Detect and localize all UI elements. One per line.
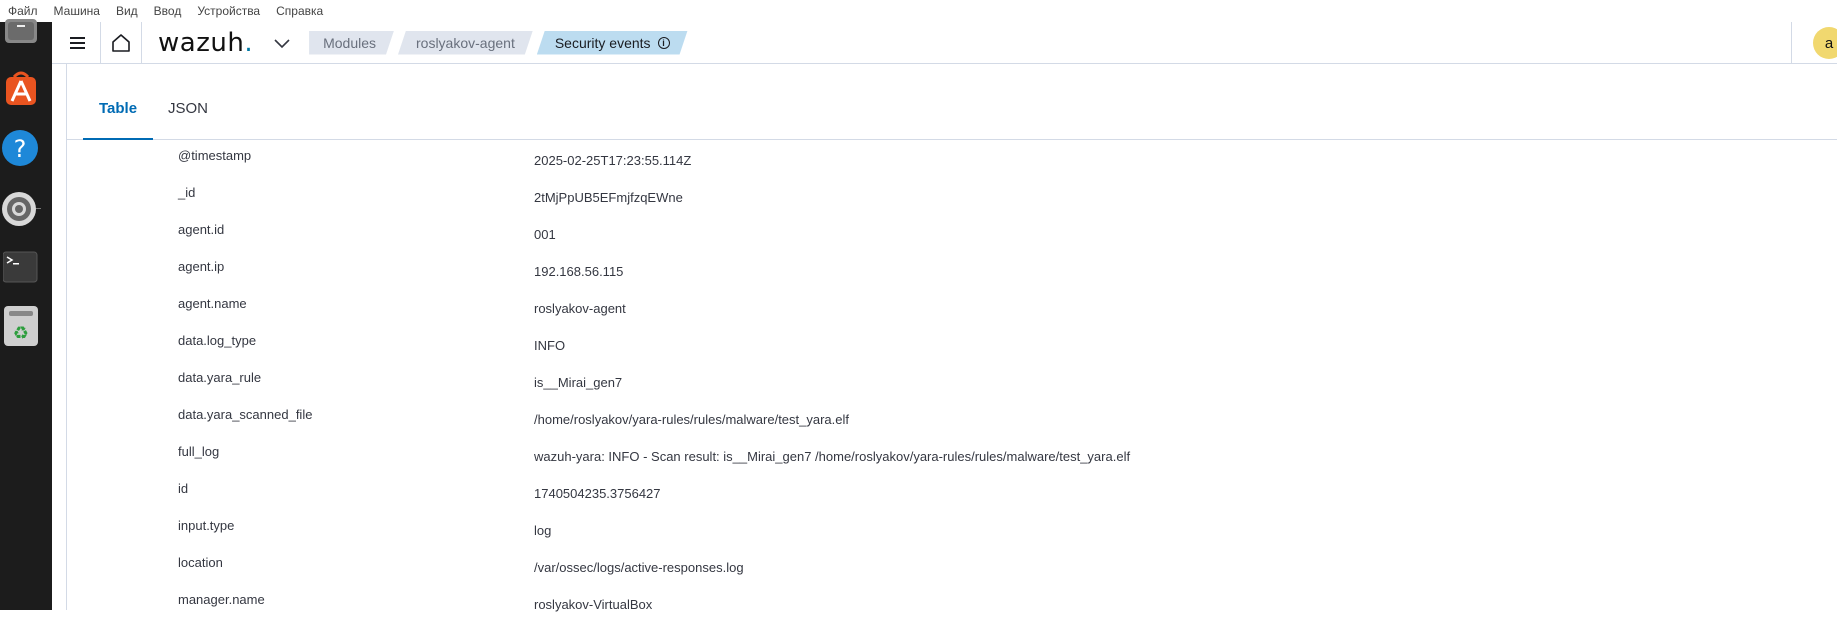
tab-table-label: Table [99,100,138,117]
field-name: @timestamp [178,148,252,163]
table-row: location /var/ossec/logs/active-response… [67,547,1837,584]
help-icon[interactable]: ? [0,127,42,169]
field-value: log [534,523,552,538]
chevron-down-icon [274,38,290,48]
wazuh-logo[interactable]: wazuh. [158,28,253,58]
tab-bar: Table JSON [67,64,1837,140]
field-value: roslyakov-agent [534,301,626,316]
field-value: 2tMjPpUB5EFmjfzqEWne [534,190,683,205]
field-value: 1740504235.3756427 [534,486,661,501]
field-name: data.yara_scanned_file [178,407,313,422]
field-name: agent.ip [178,259,225,274]
svg-text:?: ? [14,135,27,163]
table-row: data.yara_rule is__Mirai_gen7 [67,362,1837,399]
app-switcher-button[interactable] [271,32,293,54]
home-button[interactable] [100,21,142,64]
tab-table[interactable]: Table [83,100,154,140]
breadcrumb-security-events-label: Security events [554,34,651,51]
table-row: agent.name roslyakov-agent [67,288,1837,325]
table-row: agent.id 001 [67,214,1837,251]
breadcrumb-modules[interactable]: Modules [309,31,394,55]
logo-dot: . [244,27,254,58]
table-row: data.yara_scanned_file /home/roslyakov/y… [67,399,1837,436]
home-icon [112,33,130,52]
wazuh-app: wazuh. Modules roslyakov-agent Security … [52,21,1837,612]
table-row: full_log wazuh-yara: INFO - Scan result:… [67,436,1837,473]
field-name: _id [178,185,196,200]
table-row: @timestamp 2025-02-25T17:23:55.114Z [67,140,1837,177]
field-name: input.type [178,518,235,533]
field-name: id [178,481,189,496]
logo-text: wazuh [158,27,245,58]
ubuntu-dock: ? ♻ [0,19,52,610]
vm-menu-input[interactable]: Ввод [154,4,182,18]
field-value: INFO [534,338,566,353]
field-value: /home/roslyakov/yara-rules/rules/malware… [534,412,850,427]
breadcrumb-security-events[interactable]: Security events i [537,31,688,55]
vm-menu-view[interactable]: Вид [116,4,138,18]
avatar[interactable]: a [1813,27,1837,59]
field-name: manager.name [178,592,265,607]
table-row: manager.name roslyakov-VirtualBox [67,584,1837,621]
field-value: wazuh-yara: INFO - Scan result: is__Mira… [534,449,1131,464]
field-name: location [178,555,223,570]
settings-icon[interactable] [0,188,42,230]
vm-menu-bar: Файл Машина Вид Ввод Устройства Справка [0,0,1837,22]
breadcrumb-agent-label: roslyakov-agent [416,34,515,51]
table-row: id 1740504235.3756427 [67,473,1837,510]
info-icon[interactable]: i [658,37,670,49]
field-name: data.log_type [178,333,257,348]
tab-json[interactable]: JSON [152,100,224,140]
vm-menu-help[interactable]: Справка [276,4,323,18]
breadcrumb-modules-label: Modules [323,34,376,51]
vm-menu-devices[interactable]: Устройства [197,4,260,18]
trash-icon[interactable]: ♻ [0,305,42,347]
svg-text:♻: ♻ [13,323,29,344]
table-row: agent.ip 192.168.56.115 [67,251,1837,288]
header-bar: wazuh. Modules roslyakov-agent Security … [52,21,1837,64]
field-value: /var/ossec/logs/active-responses.log [534,560,744,575]
field-value: 001 [534,227,556,242]
document-fields-table: @timestamp 2025-02-25T17:23:55.114Z _id … [67,140,1837,621]
vm-menu-machine[interactable]: Машина [54,4,100,18]
breadcrumb: Modules roslyakov-agent Security events … [309,31,691,55]
table-row: data.log_type INFO [67,325,1837,362]
field-value: 2025-02-25T17:23:55.114Z [534,153,692,168]
field-value: 192.168.56.115 [534,264,624,279]
field-name: agent.id [178,222,225,237]
tab-json-label: JSON [168,100,209,117]
field-name: full_log [178,444,220,459]
table-row: input.type log [67,510,1837,547]
hamburger-menu-button[interactable] [62,27,94,59]
breadcrumb-agent[interactable]: roslyakov-agent [398,31,533,55]
field-name: agent.name [178,296,247,311]
hamburger-icon [70,36,85,49]
user-menu: a [1791,22,1837,64]
field-name: data.yara_rule [178,370,262,385]
terminal-icon[interactable] [0,246,42,288]
document-detail-panel: Table JSON @timestamp 2025-02-25T17:23:5… [66,64,1837,612]
app-center-icon[interactable] [0,68,42,110]
files-icon[interactable] [0,16,42,58]
table-row: _id 2tMjPpUB5EFmjfzqEWne [67,177,1837,214]
field-value: is__Mirai_gen7 [534,375,623,390]
